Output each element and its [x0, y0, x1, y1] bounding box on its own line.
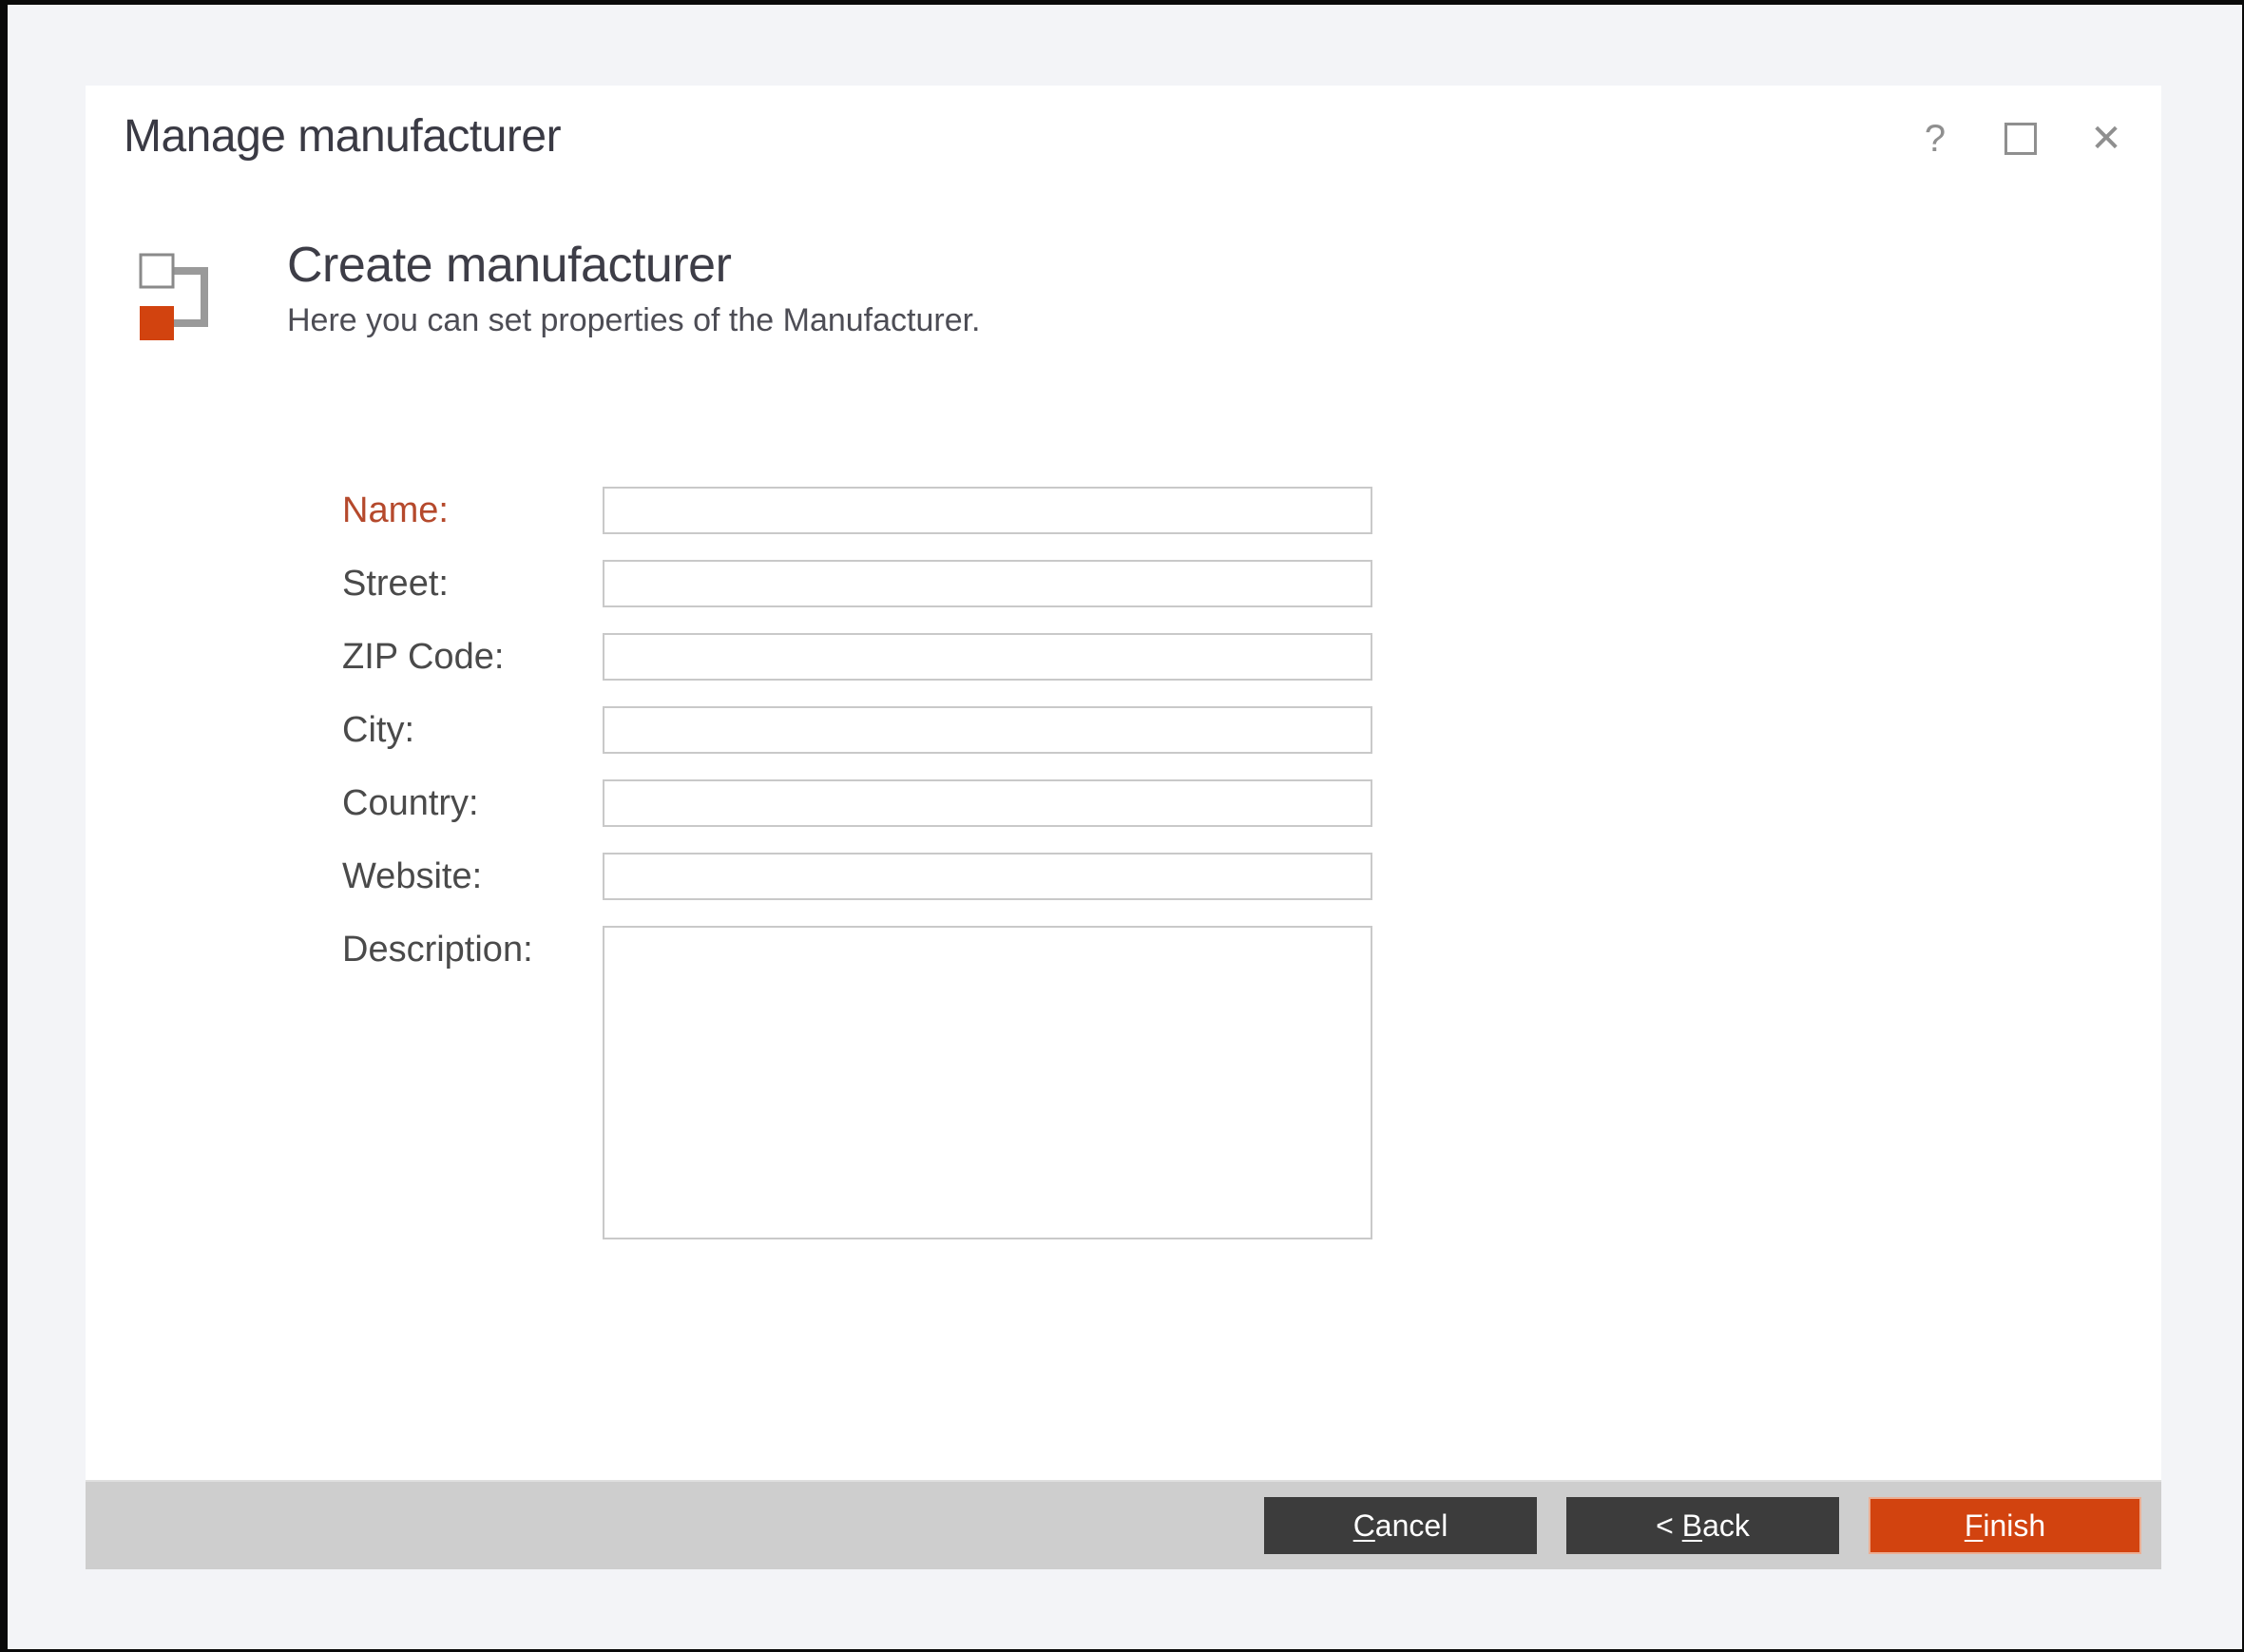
page-title: Create manufacturer	[287, 236, 981, 295]
form-row-description: Description:	[342, 926, 1378, 1239]
close-button[interactable]: ✕	[2085, 114, 2127, 163]
form-row-website: Website:	[342, 853, 1378, 900]
form-row-city: City:	[342, 706, 1378, 754]
website-input[interactable]	[603, 853, 1372, 900]
finish-button[interactable]: Finish	[1869, 1497, 2141, 1554]
city-label: City:	[342, 706, 603, 754]
zip-code-input[interactable]	[603, 633, 1372, 681]
cancel-mnemonic: C	[1353, 1508, 1375, 1544]
city-input[interactable]	[603, 706, 1372, 754]
back-button[interactable]: < Back	[1566, 1497, 1839, 1554]
help-icon: ?	[1925, 120, 1946, 158]
description-label: Description:	[342, 926, 603, 973]
finish-rest: inish	[1983, 1508, 2045, 1544]
name-input[interactable]	[603, 487, 1372, 534]
form-row-street: Street:	[342, 560, 1378, 607]
country-label: Country:	[342, 779, 603, 827]
window-controls: ? ✕	[1914, 114, 2127, 163]
footer-button-bar: Cancel < Back Finish	[86, 1480, 2161, 1569]
manufacturer-icon	[138, 252, 214, 342]
back-prefix: <	[1656, 1508, 1682, 1544]
back-mnemonic: B	[1682, 1508, 1702, 1544]
name-label: Name:	[342, 487, 603, 534]
wizard-header: Create manufacturer Here you can set pro…	[138, 236, 981, 342]
desktop-background: Manage manufacturer ? ✕ Create manufactu…	[8, 5, 2242, 1649]
window-title: Manage manufacturer	[124, 108, 561, 165]
form-row-country: Country:	[342, 779, 1378, 827]
description-textarea[interactable]	[603, 926, 1372, 1239]
cancel-rest: ancel	[1375, 1508, 1448, 1544]
form-row-zip-code: ZIP Code:	[342, 633, 1378, 681]
zip-code-label: ZIP Code:	[342, 633, 603, 681]
help-button[interactable]: ?	[1914, 114, 1956, 163]
website-label: Website:	[342, 853, 603, 900]
country-input[interactable]	[603, 779, 1372, 827]
street-label: Street:	[342, 560, 603, 607]
street-input[interactable]	[603, 560, 1372, 607]
manage-manufacturer-dialog: Manage manufacturer ? ✕ Create manufactu…	[86, 86, 2161, 1569]
wizard-header-text: Create manufacturer Here you can set pro…	[287, 236, 981, 342]
maximize-button[interactable]	[2000, 114, 2042, 163]
page-subtitle: Here you can set properties of the Manuf…	[287, 300, 981, 340]
back-rest: ack	[1702, 1508, 1750, 1544]
cancel-button[interactable]: Cancel	[1264, 1497, 1537, 1554]
maximize-icon	[2004, 123, 2037, 155]
close-icon: ✕	[2090, 120, 2122, 158]
manufacturer-form: Name: Street: ZIP Code: City: Country: W	[342, 487, 1378, 1265]
form-row-name: Name:	[342, 487, 1378, 534]
finish-mnemonic: F	[1965, 1508, 1984, 1544]
